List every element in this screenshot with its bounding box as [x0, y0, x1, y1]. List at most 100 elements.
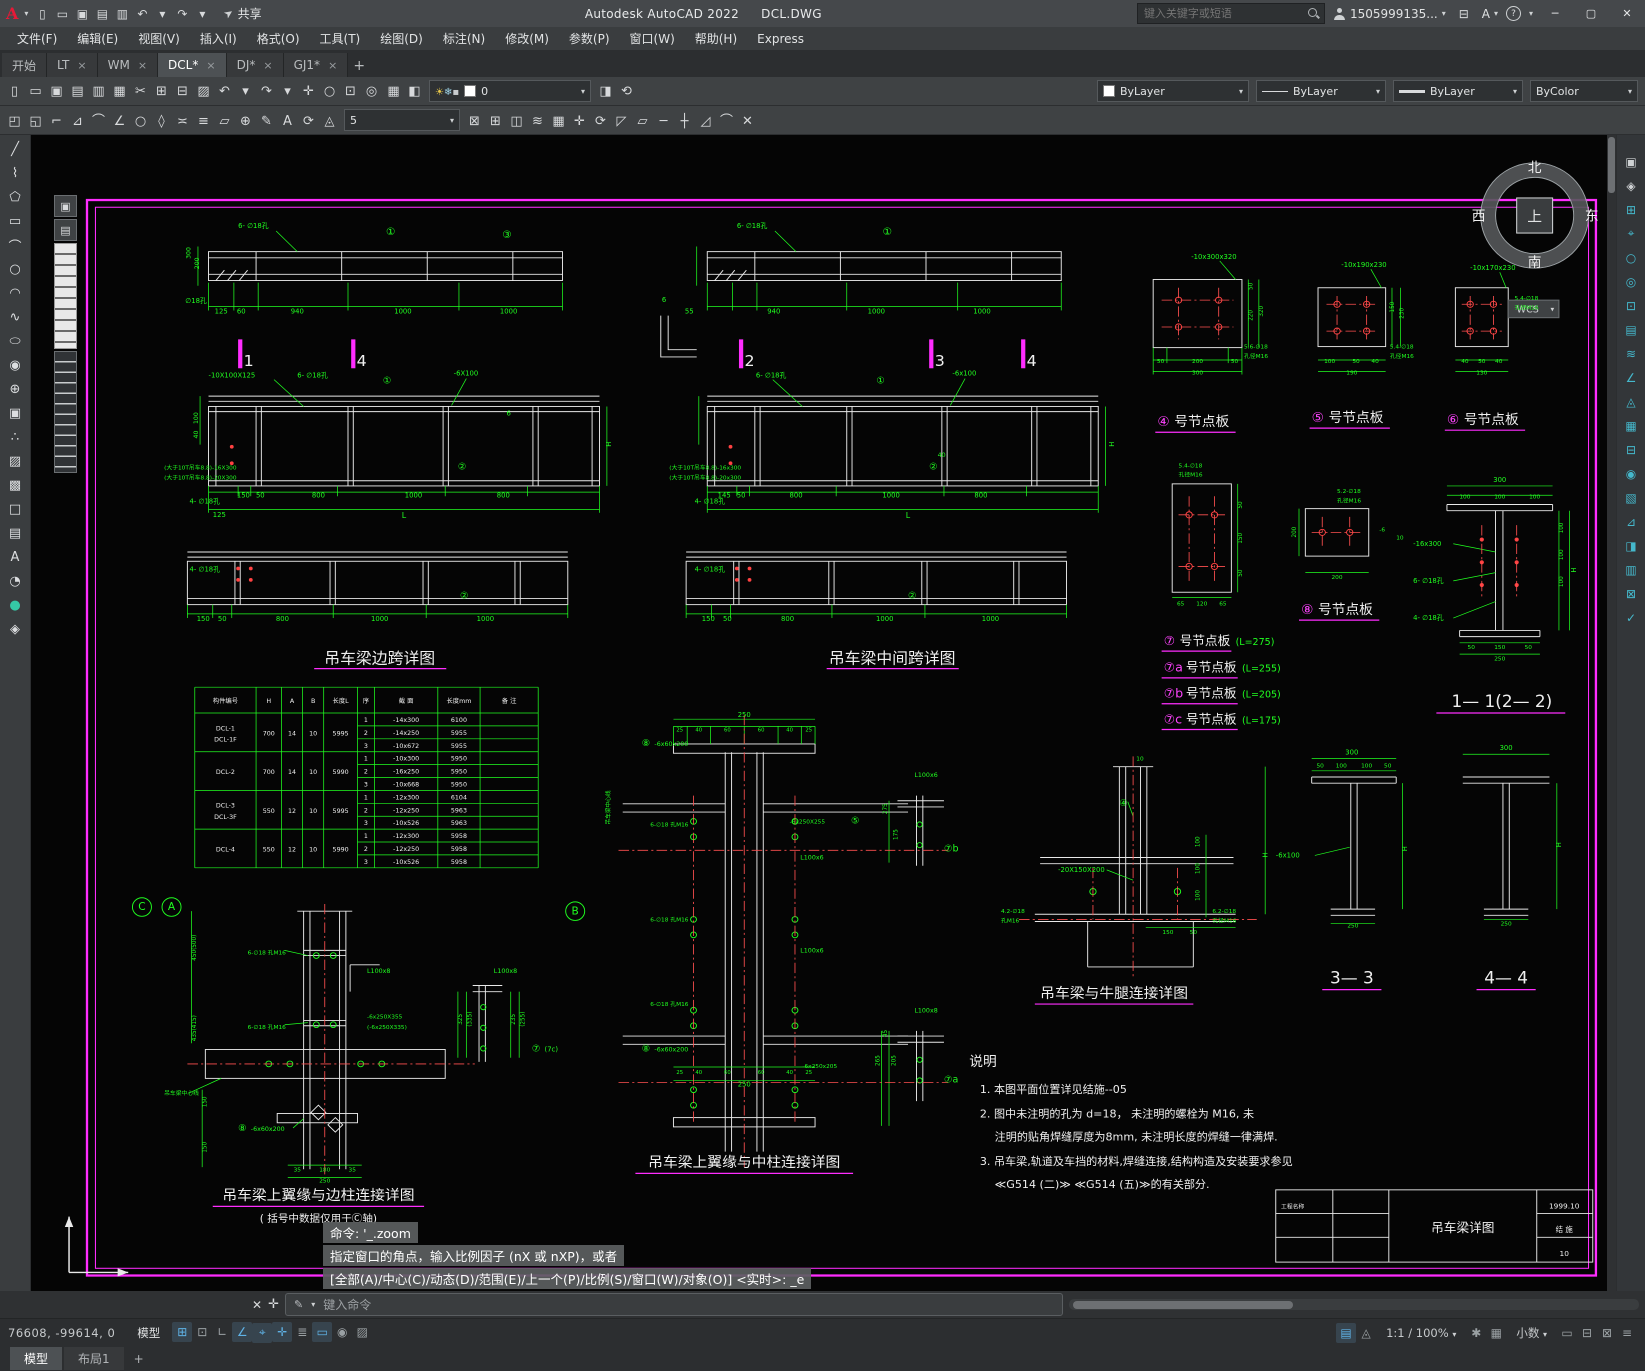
dim-continue-icon[interactable]: ≡	[193, 110, 214, 132]
dim-style-dropdown[interactable]: 5 ▾	[344, 109, 460, 131]
menu-parametric[interactable]: 参数(P)	[560, 28, 619, 49]
publish-icon[interactable]: ▦	[109, 80, 130, 102]
qnew-icon[interactable]: ▯	[32, 4, 52, 24]
trim-icon[interactable]: ─	[653, 110, 674, 132]
fullscreen-icon[interactable]: ▣	[1620, 151, 1642, 172]
dim-text-edit-icon[interactable]: A	[277, 110, 298, 132]
ellipse-icon[interactable]: ⬭	[3, 330, 27, 353]
autodesk-account-icon[interactable]: A ▾	[1482, 7, 1498, 21]
redo-dropdown-icon[interactable]: ▾	[277, 80, 298, 102]
grid-display-icon[interactable]: ⊞	[1620, 199, 1642, 220]
shade-icon[interactable]: ◨	[1620, 535, 1642, 556]
close-button[interactable]: ✕	[1613, 3, 1641, 25]
search-box[interactable]	[1136, 3, 1325, 24]
close-command-icon[interactable]: ✕	[252, 1298, 262, 1312]
cut-icon[interactable]: ✂	[130, 80, 151, 102]
dim-angular-icon[interactable]: ∠	[109, 110, 130, 132]
dim-arc-icon[interactable]: ⌒	[88, 108, 109, 130]
plot-icon[interactable]: ▤	[67, 80, 88, 102]
undo-icon[interactable]: ↶	[132, 4, 152, 24]
center-mark-icon[interactable]: ⊕	[235, 110, 256, 132]
dim-diameter-icon[interactable]: ◊	[151, 110, 172, 132]
dim-edit-icon[interactable]: ✎	[256, 110, 277, 132]
draworder-front-icon[interactable]: ◰	[4, 110, 25, 132]
undo-dropdown-icon[interactable]: ▾	[152, 4, 172, 24]
menu-edit[interactable]: 编辑(E)	[68, 28, 127, 49]
dim-style-icon[interactable]: ◬	[319, 110, 340, 132]
palette-button[interactable]: ▣	[54, 195, 77, 217]
dim-baseline-icon[interactable]: ≍	[172, 110, 193, 132]
scrollbar-thumb[interactable]	[1072, 1300, 1293, 1309]
layer-lock-icon[interactable]: ▪	[452, 87, 459, 98]
maximize-button[interactable]: ▢	[1577, 3, 1605, 25]
file-tab-start[interactable]: 开始	[2, 53, 48, 77]
measure-icon[interactable]: ≋	[1620, 343, 1642, 364]
help-icon[interactable]: ?	[1505, 6, 1521, 21]
compass-up[interactable]: 上	[1527, 209, 1542, 226]
layer-dropdown[interactable]: ☀❄▪ 0 ▾	[429, 80, 591, 102]
wipeout-icon[interactable]: ◔	[3, 570, 27, 593]
polygon-icon[interactable]: ⬠	[3, 186, 27, 209]
redo-dropdown-icon[interactable]: ▾	[192, 4, 212, 24]
help-chevron-icon[interactable]: ▾	[1529, 9, 1533, 18]
tab-close-icon[interactable]: ×	[263, 59, 272, 72]
point-icon[interactable]: ∴	[3, 426, 27, 449]
collapse-icon[interactable]: ⊟	[1620, 439, 1642, 460]
tab-close-icon[interactable]: ×	[206, 59, 215, 72]
match-properties-icon[interactable]: ▨	[193, 80, 214, 102]
arc-icon[interactable]: ⌒	[3, 234, 27, 257]
make-object-layer-current-icon[interactable]: ◨	[595, 80, 616, 102]
plot-preview-icon[interactable]: ▥	[88, 80, 109, 102]
paste-clip-icon[interactable]: ⊟	[172, 80, 193, 102]
spline-icon[interactable]: ∿	[3, 306, 27, 329]
tab-close-icon[interactable]: ×	[138, 59, 147, 72]
layer-on-icon[interactable]: ☀	[435, 87, 444, 98]
selection-cycling-icon[interactable]: ◉	[332, 1322, 352, 1342]
search-icon[interactable]	[1307, 7, 1320, 20]
close-tool-icon[interactable]: ⊠	[1620, 583, 1642, 604]
save-icon[interactable]: ▣	[72, 4, 92, 24]
model-space-button[interactable]: 模型	[129, 1325, 168, 1341]
new-drawing-tab-button[interactable]: +	[348, 55, 370, 77]
dim-aligned-icon[interactable]: ⊿	[67, 110, 88, 132]
revcloud-icon[interactable]: ◠	[3, 282, 27, 305]
layout1-tab[interactable]: 布局1	[64, 1347, 124, 1370]
share-button[interactable]: ➤ 共享	[216, 5, 269, 22]
plot-icon[interactable]: ▥	[112, 4, 132, 24]
ortho-icon[interactable]: ∟	[212, 1322, 232, 1342]
vertical-scrollbar[interactable]	[1607, 135, 1616, 1291]
view-compass[interactable]: 北 南 西 东 上	[1472, 160, 1599, 271]
annotation-scale-button[interactable]: 1:1 / 100% ▾	[1380, 1326, 1462, 1340]
command-input[interactable]: ✎ ▾ 键入命令	[284, 1293, 1063, 1316]
ellipse-arc-icon[interactable]: ◉	[3, 354, 27, 377]
file-tab-lt[interactable]: LT ×	[47, 53, 98, 77]
align-icon[interactable]: ◬	[1620, 391, 1642, 412]
customization-icon[interactable]: ≡	[1617, 1323, 1637, 1343]
qsave-icon[interactable]: ▣	[46, 80, 67, 102]
palette-list-selected[interactable]	[54, 243, 77, 349]
region-icon[interactable]: □	[3, 498, 27, 521]
grid-icon[interactable]: ⊞	[172, 1322, 193, 1343]
open-icon[interactable]: ▭	[25, 80, 46, 102]
rectangle-icon[interactable]: ▭	[3, 210, 27, 233]
menu-window[interactable]: 窗口(W)	[621, 28, 684, 49]
linetype-dropdown[interactable]: ByLayer ▾	[1256, 80, 1386, 102]
menu-express[interactable]: Express	[748, 30, 813, 48]
file-tab-dcl[interactable]: DCL* ×	[158, 53, 227, 77]
lineweight-dropdown[interactable]: ByLayer ▾	[1393, 80, 1523, 102]
mtext-icon[interactable]: A	[3, 546, 27, 569]
menu-format[interactable]: 格式(O)	[248, 28, 309, 49]
fillet-icon[interactable]: ⌒	[716, 108, 737, 130]
command-chevron-icon[interactable]: ▾	[311, 1300, 315, 1309]
menu-modify[interactable]: 修改(M)	[496, 28, 558, 49]
new-layout-button[interactable]: +	[126, 1349, 152, 1369]
open-icon[interactable]: ▭	[52, 4, 72, 24]
scrollbar-thumb[interactable]	[1608, 137, 1615, 193]
annotation-visibility-icon[interactable]: ▤	[1336, 1322, 1357, 1343]
app-menu-chevron-icon[interactable]: ▾	[24, 9, 28, 18]
search-input[interactable]	[1141, 6, 1308, 21]
explode-icon[interactable]: ✕	[737, 110, 758, 132]
palette-list[interactable]	[54, 351, 77, 473]
record-icon[interactable]: ◉	[1620, 463, 1642, 484]
polar-tracking-icon[interactable]: ∠	[232, 1322, 253, 1343]
